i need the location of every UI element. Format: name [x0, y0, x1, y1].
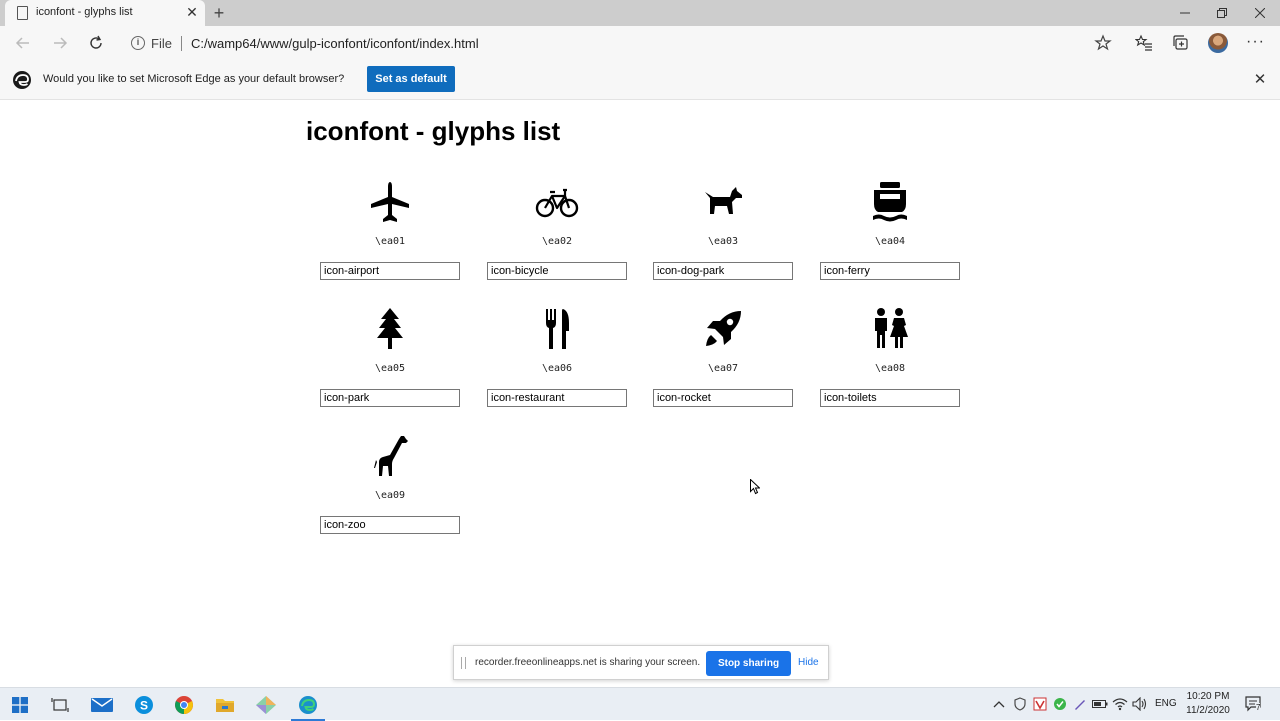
- glyph-code: \ea03: [707, 236, 739, 247]
- glyph-name-field[interactable]: [820, 389, 960, 407]
- rocket-icon: [701, 307, 745, 351]
- address-separator: [181, 36, 182, 51]
- glyph-code: \ea02: [541, 236, 573, 247]
- bicycle-icon: [535, 180, 579, 224]
- volume-icon[interactable]: [1132, 696, 1148, 712]
- restore-icon[interactable]: [1203, 0, 1241, 26]
- infobar-message: Would you like to set Microsoft Edge as …: [43, 73, 345, 85]
- status-ok-icon[interactable]: [1052, 696, 1068, 712]
- glyph-card: \ea07: [653, 307, 793, 427]
- tab-title: iconfont - glyphs list: [36, 6, 133, 18]
- address-bar[interactable]: i File C:/wamp64/www/gulp-iconfont/iconf…: [120, 29, 1120, 57]
- language-indicator[interactable]: ENG: [1155, 698, 1177, 709]
- clock-time: 10:20 PM: [1186, 691, 1230, 702]
- glyph-card: \ea01: [320, 180, 460, 300]
- glyph-card: \ea09: [320, 434, 460, 554]
- glyph-name-field[interactable]: [320, 389, 460, 407]
- clock-date: 11/2/2020: [1186, 705, 1230, 716]
- page-icon: [17, 6, 28, 20]
- sharing-message: recorder.freeonlineapps.net is sharing y…: [475, 657, 701, 668]
- back-icon[interactable]: [11, 31, 35, 55]
- infobar-close-icon[interactable]: ✕: [1252, 72, 1268, 88]
- glyph-code: \ea07: [707, 363, 739, 374]
- airplane-icon: [368, 180, 412, 224]
- glyph-card: \ea08: [820, 307, 960, 427]
- glyph-card: \ea04: [820, 180, 960, 300]
- glyph-name-field[interactable]: [653, 262, 793, 280]
- glyph-card: \ea03: [653, 180, 793, 300]
- info-icon[interactable]: i: [131, 36, 145, 50]
- windows-start-icon[interactable]: [0, 688, 40, 721]
- mail-icon[interactable]: [82, 688, 122, 721]
- tab-close-icon[interactable]: ✕: [184, 4, 200, 20]
- clock[interactable]: 10:20 PM 11/2/2020: [1180, 690, 1236, 718]
- new-tab-icon[interactable]: +: [210, 3, 228, 23]
- page-title: iconfont - glyphs list: [306, 116, 561, 146]
- favorites-icon[interactable]: [1134, 33, 1154, 53]
- toilets-icon: [868, 307, 912, 351]
- chevron-up-icon[interactable]: [991, 696, 1007, 712]
- add-favorite-icon[interactable]: [1094, 34, 1112, 52]
- url-text[interactable]: C:/wamp64/www/gulp-iconfont/iconfont/ind…: [191, 36, 479, 51]
- tab-strip: iconfont - glyphs list ✕ +: [0, 0, 1280, 26]
- glyph-code: \ea09: [374, 490, 406, 501]
- minimize-icon[interactable]: [1166, 0, 1204, 26]
- giraffe-icon: [368, 434, 412, 478]
- tree-icon: [368, 307, 412, 351]
- fork-knife-icon: [535, 307, 579, 351]
- glyph-code: \ea01: [374, 236, 406, 247]
- task-view-icon[interactable]: [40, 688, 80, 721]
- glyph-name-field[interactable]: [653, 389, 793, 407]
- shield-tray-icon[interactable]: [1012, 696, 1028, 712]
- glyph-name-field[interactable]: [320, 262, 460, 280]
- browser-toolbar: i File C:/wamp64/www/gulp-iconfont/iconf…: [0, 26, 1280, 60]
- browser-tab[interactable]: iconfont - glyphs list ✕: [5, 0, 205, 26]
- profile-avatar[interactable]: [1208, 33, 1228, 53]
- mouse-cursor-icon: [750, 479, 760, 495]
- glyph-code: \ea05: [374, 363, 406, 374]
- wifi-icon[interactable]: [1112, 696, 1128, 712]
- svg-text:S: S: [140, 698, 148, 712]
- glyph-code: \ea08: [874, 363, 906, 374]
- glyph-card: \ea05: [320, 307, 460, 427]
- drag-handle[interactable]: [461, 657, 466, 669]
- glyph-code: \ea06: [541, 363, 573, 374]
- file-explorer-icon[interactable]: [205, 688, 245, 721]
- glyph-name-field[interactable]: [487, 262, 627, 280]
- pen-icon[interactable]: [1072, 696, 1088, 712]
- edge-taskbar-icon[interactable]: [288, 688, 328, 721]
- page-content: iconfont - glyphs list \ea01 \ea02: [0, 101, 1280, 687]
- forward-icon[interactable]: [48, 31, 72, 55]
- chrome-icon[interactable]: [164, 688, 204, 721]
- screen-sharing-bar: recorder.freeonlineapps.net is sharing y…: [453, 645, 829, 680]
- kite-app-icon[interactable]: [246, 688, 286, 721]
- close-window-icon[interactable]: [1241, 0, 1279, 26]
- glyph-card: \ea06: [487, 307, 627, 427]
- glyph-name-field[interactable]: [320, 516, 460, 534]
- notification-count-badge: 7: [1256, 703, 1261, 712]
- glyph-code: \ea04: [874, 236, 906, 247]
- stop-sharing-button[interactable]: Stop sharing: [706, 651, 791, 676]
- glyph-card: \ea02: [487, 180, 627, 300]
- battery-icon[interactable]: [1092, 696, 1108, 712]
- ferry-icon: [868, 180, 912, 224]
- glyph-name-field[interactable]: [487, 389, 627, 407]
- default-browser-infobar: Would you like to set Microsoft Edge as …: [0, 60, 1280, 100]
- notification-center-icon[interactable]: 7: [1245, 696, 1263, 712]
- antivirus-icon[interactable]: [1032, 696, 1048, 712]
- skype-icon[interactable]: S: [124, 688, 164, 721]
- set-default-button[interactable]: Set as default: [367, 66, 455, 92]
- hide-link[interactable]: Hide: [798, 657, 819, 668]
- edge-logo-icon: [12, 70, 32, 90]
- collections-icon[interactable]: [1171, 33, 1191, 53]
- more-options-icon[interactable]: ···: [1246, 34, 1265, 50]
- windows-taskbar: S ENG 10:20 PM 11/2/2020 7: [0, 687, 1280, 721]
- refresh-icon[interactable]: [84, 31, 108, 55]
- glyph-name-field[interactable]: [820, 262, 960, 280]
- dog-icon: [701, 180, 745, 224]
- file-label: File: [151, 36, 172, 51]
